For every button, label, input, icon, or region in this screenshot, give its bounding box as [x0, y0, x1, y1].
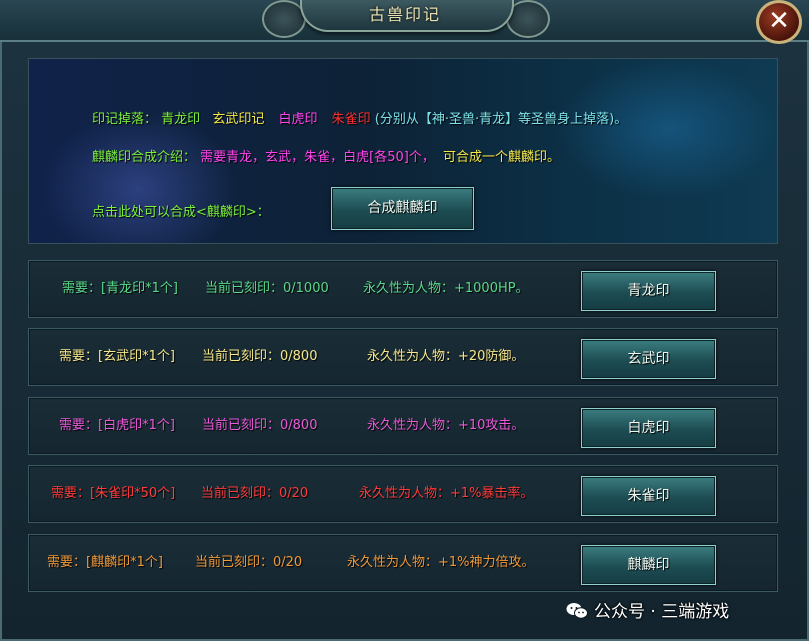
- engrave-qilin-button[interactable]: 麒麟印: [581, 545, 716, 585]
- row-progress: 当前已刻印：0/20: [195, 555, 303, 570]
- row-progress: 当前已刻印：0/20: [201, 486, 309, 501]
- intro-label: 麒麟印合成介绍：: [92, 150, 197, 165]
- window-title: 古兽印记: [368, 5, 441, 24]
- row-need: 需要：[玄武印*1个]: [59, 349, 175, 364]
- close-button[interactable]: ✕: [756, 0, 802, 44]
- drop-seal-xuanwu: 玄武印记: [212, 112, 265, 127]
- synthesize-qilin-button[interactable]: 合成麒麟印: [331, 187, 474, 230]
- drop-seal-baihu: 白虎印: [278, 112, 318, 127]
- intro-requirement: 需要青龙，玄武，朱雀，白虎[各50]个，: [200, 150, 435, 165]
- row-need: 需要：[朱雀印*50个]: [51, 486, 176, 501]
- row-effect: 永久性为人物：+1%神力倍攻。: [347, 555, 535, 570]
- row-effect: 永久性为人物：+10攻击。: [367, 418, 525, 433]
- row-effect: 永久性为人物：+1%暴击率。: [359, 486, 534, 501]
- seal-row-baihu: 需要：[白虎印*1个] 当前已刻印：0/800 永久性为人物：+10攻击。 白虎…: [28, 397, 778, 455]
- seal-row-qilin: 需要：[麒麟印*1个] 当前已刻印：0/20 永久性为人物：+1%神力倍攻。 麒…: [28, 534, 778, 592]
- seal-row-zhuque: 需要：[朱雀印*50个] 当前已刻印：0/20 永久性为人物：+1%暴击率。 朱…: [28, 465, 778, 523]
- row-need: 需要：[麒麟印*1个]: [47, 555, 163, 570]
- drop-seal-zhuque: 朱雀印: [331, 112, 371, 127]
- row-progress: 当前已刻印：0/800: [202, 418, 318, 433]
- watermark-text: 公众号 · 三端游戏: [594, 602, 730, 622]
- click-hint: 点击此处可以合成<麒麟印>：: [92, 205, 270, 220]
- row-need: 需要：[白虎印*1个]: [59, 418, 175, 433]
- watermark: 公众号 · 三端游戏: [566, 597, 796, 622]
- drop-seal-qinglong: 青龙印: [161, 112, 201, 127]
- wechat-icon: [566, 603, 588, 619]
- engrave-xuanwu-button[interactable]: 玄武印: [581, 339, 716, 379]
- synthesis-intro-line: 麒麟印合成介绍： 需要青龙，玄武，朱雀，白虎[各50]个， 可合成一个麒麟印。: [92, 146, 560, 165]
- drop-suffix: (分别从【神·圣兽·青龙】等圣兽身上掉落)。: [374, 112, 628, 127]
- drop-prefix: 印记掉落：: [92, 112, 158, 127]
- engrave-baihu-button[interactable]: 白虎印: [581, 408, 716, 448]
- row-effect: 永久性为人物：+1000HP。: [363, 281, 529, 296]
- drop-info-line: 印记掉落： 青龙印 玄武印记 白虎印 朱雀印 (分别从【神·圣兽·青龙】等圣兽身…: [92, 108, 627, 127]
- seal-row-xuanwu: 需要：[玄武印*1个] 当前已刻印：0/800 永久性为人物：+20防御。 玄武…: [28, 328, 778, 386]
- engrave-zhuque-button[interactable]: 朱雀印: [581, 476, 716, 516]
- row-need: 需要：[青龙印*1个]: [62, 281, 178, 296]
- row-effect: 永久性为人物：+20防御。: [367, 349, 525, 364]
- engrave-qinglong-button[interactable]: 青龙印: [581, 271, 716, 311]
- row-progress: 当前已刻印：0/800: [202, 349, 318, 364]
- intro-result: 可合成一个麒麟印。: [442, 150, 560, 165]
- seal-row-qinglong: 需要：[青龙印*1个] 当前已刻印：0/1000 永久性为人物：+1000HP。…: [28, 260, 778, 318]
- row-progress: 当前已刻印：0/1000: [205, 281, 329, 296]
